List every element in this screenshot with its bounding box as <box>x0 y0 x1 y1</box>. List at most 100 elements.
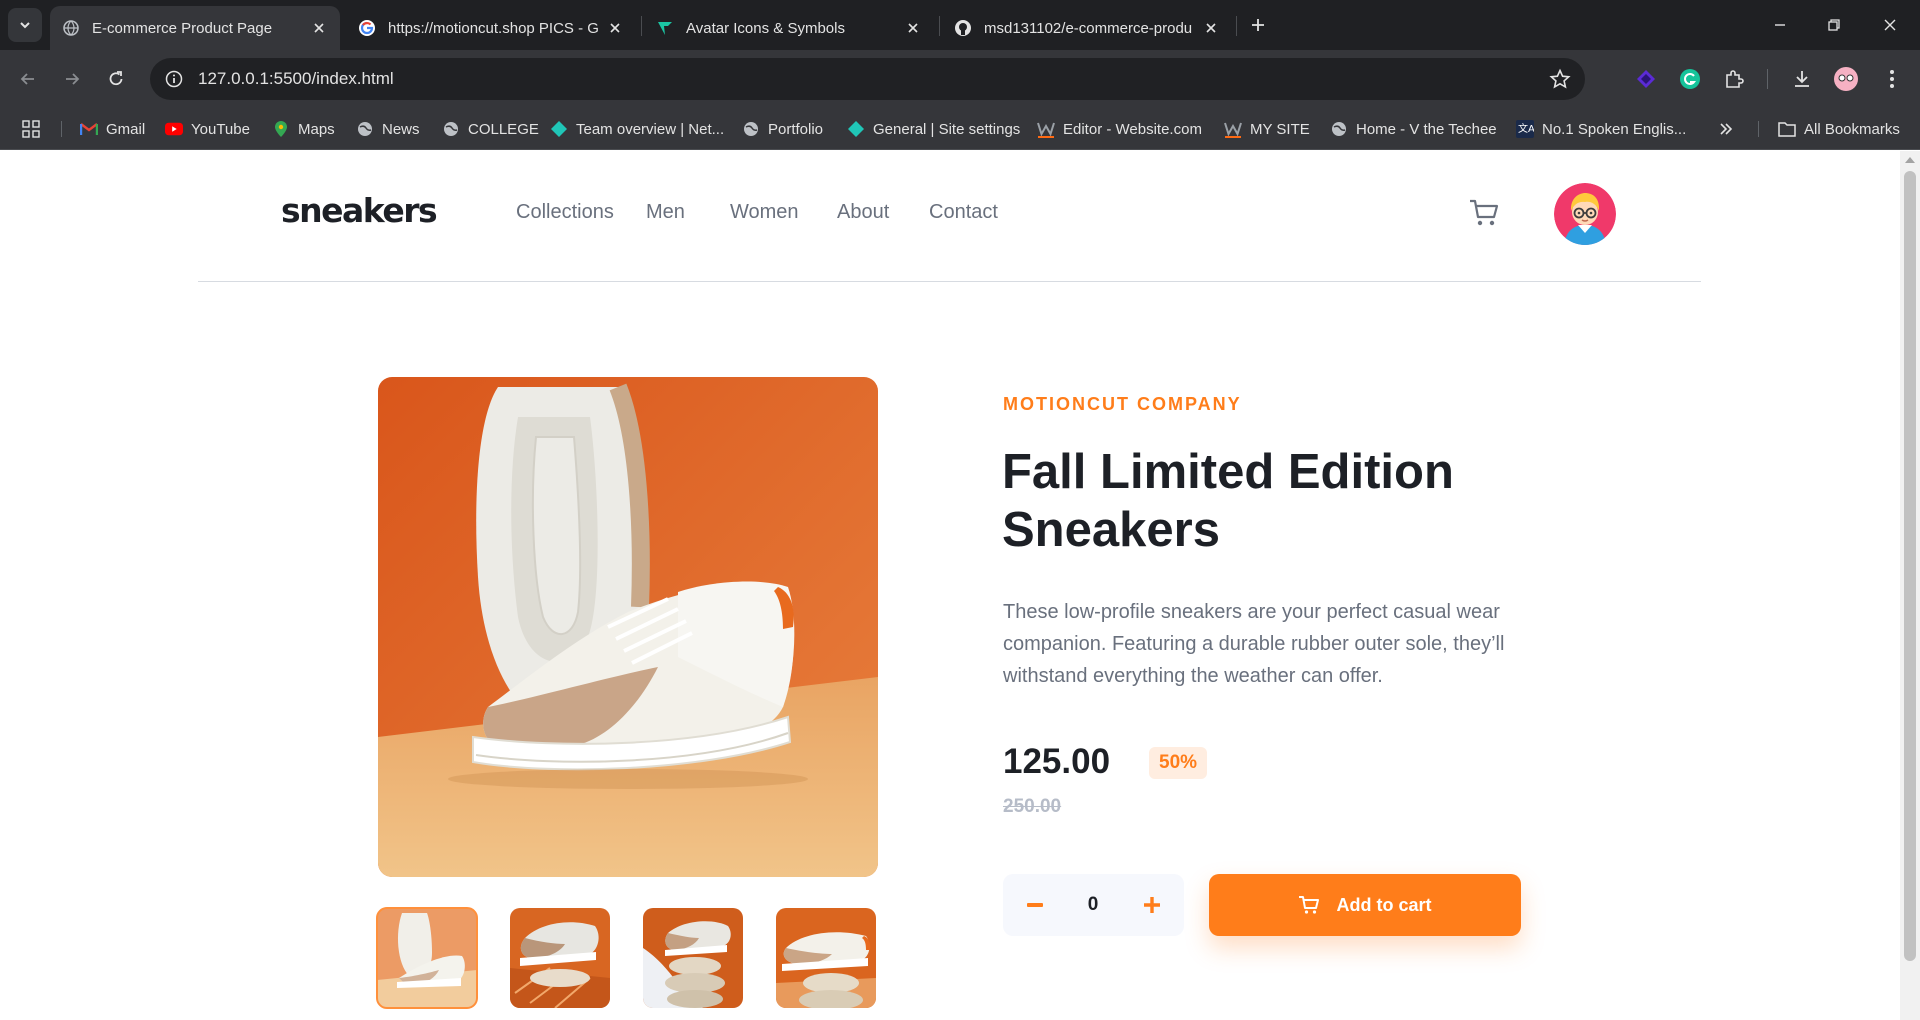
decrease-quantity-button[interactable] <box>1015 885 1055 925</box>
bookmark-star-icon[interactable] <box>1549 68 1571 90</box>
tab-search-button[interactable] <box>8 8 42 42</box>
quantity-value[interactable]: 0 <box>1063 874 1123 936</box>
thumbnail-3[interactable] <box>643 908 743 1008</box>
sneaker-thumbnail <box>510 908 610 1008</box>
address-bar[interactable]: 127.0.0.1:5500/index.html <box>150 58 1585 100</box>
bookmark-label: COLLEGE <box>468 120 539 138</box>
website-icon <box>1224 120 1242 138</box>
bookmark-my-site[interactable]: MY SITE <box>1224 117 1310 141</box>
thumbnail-1[interactable] <box>376 907 478 1009</box>
original-price: 250.00 <box>1003 796 1062 817</box>
bookmark-v-the-techee[interactable]: Home - V the Techee <box>1330 117 1497 141</box>
add-to-cart-button[interactable]: Add to cart <box>1209 874 1521 936</box>
product-main-image[interactable] <box>378 377 878 877</box>
site-logo[interactable]: sneakers <box>281 191 438 230</box>
translate-icon: 文A <box>1516 120 1534 138</box>
bookmark-label: No.1 Spoken Englis... <box>1542 120 1687 138</box>
new-tab-button[interactable] <box>1245 12 1271 38</box>
bookmark-youtube[interactable]: YouTube <box>165 117 250 141</box>
page-scrollbar[interactable] <box>1900 151 1920 1020</box>
tab-ecommerce[interactable]: E-commerce Product Page <box>50 6 340 50</box>
sneaker-thumbnail <box>643 908 743 1008</box>
browser-toolbar: 127.0.0.1:5500/index.html <box>0 50 1920 108</box>
bookmark-portfolio[interactable]: Portfolio <box>742 117 823 141</box>
more-bookmarks-button[interactable] <box>1718 117 1734 141</box>
back-button[interactable] <box>14 65 42 93</box>
quantity-stepper: 0 <box>1003 874 1184 936</box>
user-avatar[interactable] <box>1554 183 1616 245</box>
restore-button[interactable] <box>1806 0 1862 50</box>
current-price: 125.00 <box>1003 742 1111 781</box>
arrow-right-icon <box>66 73 80 85</box>
tab-github[interactable]: msd131102/e-commerce-produ <box>942 6 1232 50</box>
header-divider <box>198 281 1701 282</box>
minimize-icon <box>1775 24 1785 26</box>
tab-title: Avatar Icons & Symbols <box>686 19 845 37</box>
bookmark-maps[interactable]: Maps <box>272 117 335 141</box>
download-icon[interactable] <box>1788 65 1816 93</box>
page-viewport: sneakers Collections Men Women About Con… <box>0 151 1900 1020</box>
bookmark-spoken-english[interactable]: 文A No.1 Spoken Englis... <box>1516 117 1686 141</box>
all-bookmarks-button[interactable]: All Bookmarks <box>1778 117 1900 141</box>
url-text: 127.0.0.1:5500/index.html <box>198 69 394 88</box>
svg-text:文A: 文A <box>1518 122 1534 135</box>
nav-about[interactable]: About <box>837 201 889 224</box>
nav-collections[interactable]: Collections <box>516 201 614 224</box>
sneaker-thumbnail <box>377 908 477 1008</box>
browser-tabstrip: E-commerce Product Page https://motioncu… <box>0 0 1920 50</box>
reload-button[interactable] <box>102 65 130 93</box>
bookmark-team-overview[interactable]: Team overview | Net... <box>550 117 724 141</box>
cart-icon[interactable] <box>1468 197 1500 229</box>
maps-icon <box>272 120 290 138</box>
tab-title: E-commerce Product Page <box>92 19 273 37</box>
product-description: These low-profile sneakers are your perf… <box>1003 601 1505 687</box>
arrow-left-icon <box>20 73 34 85</box>
bookmark-editor-website[interactable]: Editor - Website.com <box>1037 117 1202 141</box>
scroll-up-arrow-icon[interactable] <box>1905 157 1915 163</box>
bookmark-label: Portfolio <box>768 120 824 138</box>
tab-avatar-icons[interactable]: Avatar Icons & Symbols <box>644 6 934 50</box>
bookmark-label: Gmail <box>106 120 146 138</box>
close-icon[interactable] <box>904 19 922 37</box>
plus-icon <box>1252 19 1264 31</box>
bookmark-general-site-settings[interactable]: General | Site settings <box>847 117 1020 141</box>
nav-men[interactable]: Men <box>646 201 685 224</box>
increase-quantity-button[interactable] <box>1132 885 1172 925</box>
thumbnail-4[interactable] <box>776 908 876 1008</box>
profile-avatar-icon[interactable] <box>1832 65 1860 93</box>
plus-icon <box>1144 897 1160 913</box>
minimize-button[interactable] <box>1752 0 1808 50</box>
bookmark-news[interactable]: News <box>356 117 420 141</box>
apps-grid-icon[interactable] <box>22 117 40 141</box>
site-info-icon[interactable] <box>164 69 184 89</box>
sneaker-thumbnail <box>776 908 876 1008</box>
product-title: Fall Limited Edition Sneakers <box>1002 445 1454 557</box>
forward-button[interactable] <box>58 65 86 93</box>
nav-contact[interactable]: Contact <box>929 201 998 224</box>
extension-purple-icon[interactable] <box>1632 65 1660 93</box>
bookmark-label: News <box>382 120 420 138</box>
thumbnail-2[interactable] <box>510 908 610 1008</box>
globe-icon <box>1330 120 1348 138</box>
menu-kebab-icon[interactable] <box>1878 65 1906 93</box>
close-icon[interactable] <box>310 19 328 37</box>
scrollbar-thumb[interactable] <box>1904 171 1916 961</box>
extensions-puzzle-icon[interactable] <box>1720 65 1748 93</box>
nav-women[interactable]: Women <box>730 201 799 224</box>
discount-badge: 50% <box>1149 747 1208 779</box>
github-icon <box>954 19 972 37</box>
bookmark-label: General | Site settings <box>873 120 1021 138</box>
tab-motioncut[interactable]: https://motioncut.shop PICS - G <box>346 6 636 50</box>
bookmarks-separator <box>61 121 62 137</box>
grammarly-icon[interactable] <box>1676 65 1704 93</box>
bookmark-college[interactable]: COLLEGE <box>442 117 539 141</box>
reload-icon <box>109 71 123 86</box>
close-window-button[interactable] <box>1862 0 1918 50</box>
bookmark-gmail[interactable]: Gmail <box>80 117 145 141</box>
close-icon[interactable] <box>1202 19 1220 37</box>
globe-icon <box>442 120 460 138</box>
close-icon[interactable] <box>606 19 624 37</box>
bookmark-label: Maps <box>298 120 335 138</box>
add-to-cart-label: Add to cart <box>1336 894 1432 915</box>
folder-icon <box>1778 120 1796 138</box>
